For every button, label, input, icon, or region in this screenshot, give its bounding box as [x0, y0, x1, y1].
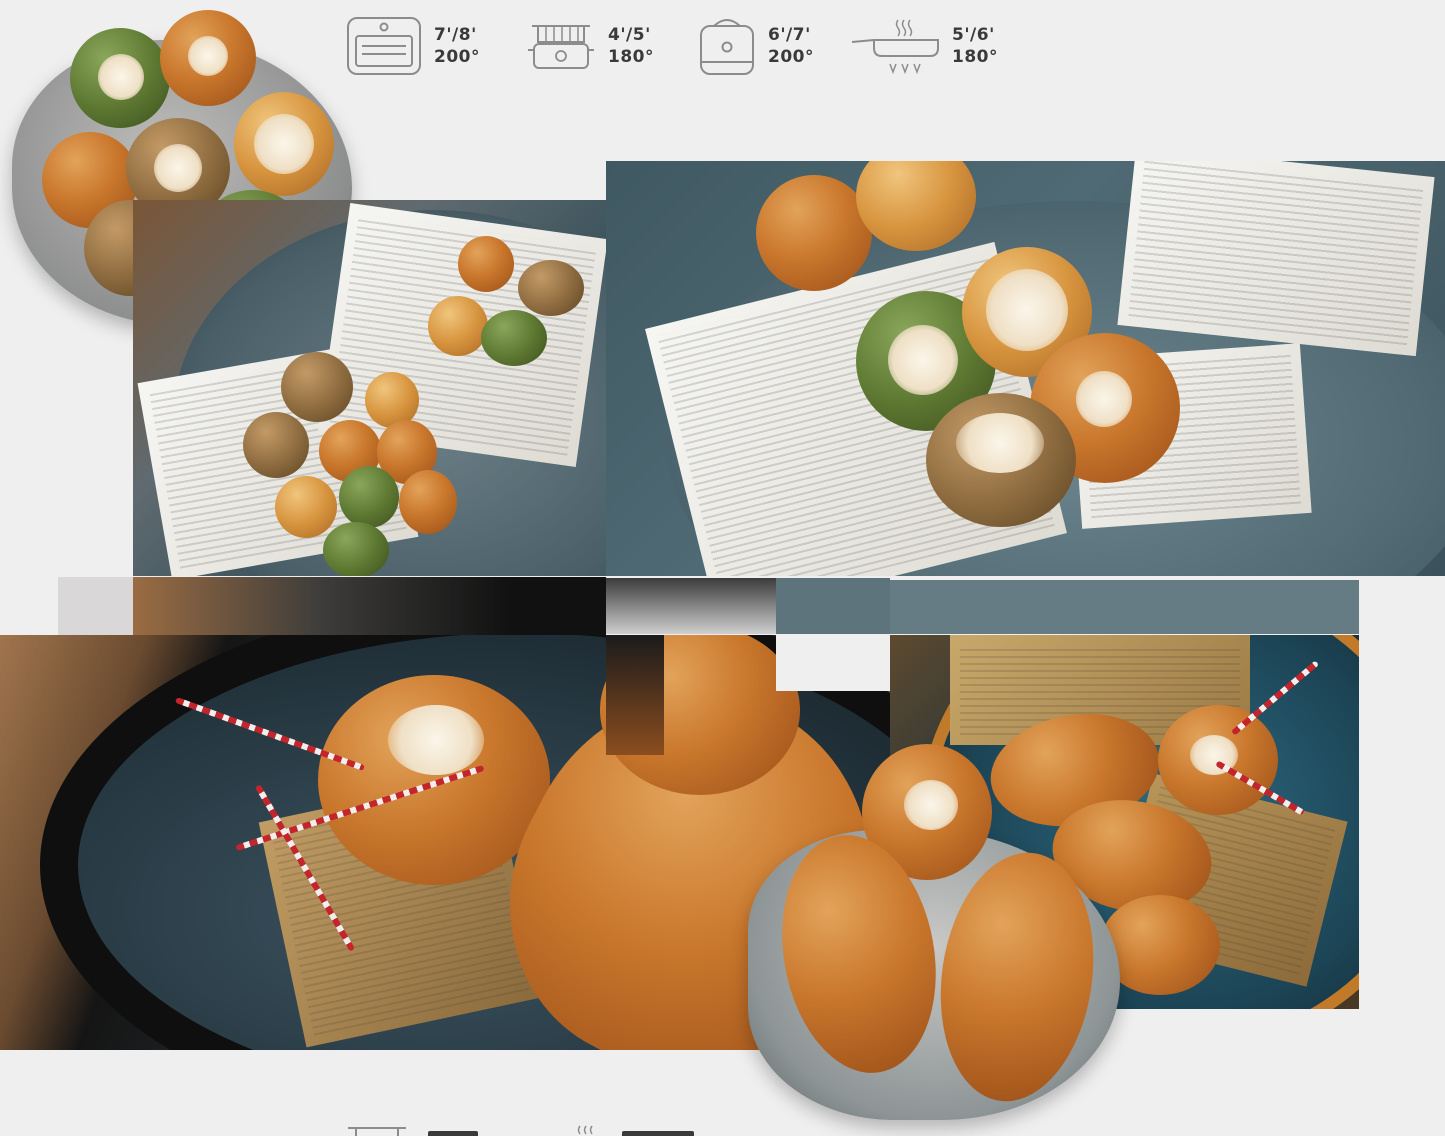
- method-pan: 5'/6' 180°: [850, 16, 998, 76]
- bite: [458, 236, 514, 292]
- method-fryer-bottom: [346, 1124, 478, 1136]
- cheese-center: [1076, 371, 1132, 427]
- cheese-center: [888, 325, 958, 395]
- oven-temp: 200°: [434, 47, 480, 67]
- pan-values-cut: [622, 1125, 694, 1136]
- fryer-icon: [346, 1124, 408, 1136]
- cheese-center: [986, 269, 1068, 351]
- cheese-center: [388, 705, 484, 775]
- photo-arancini-small-plate: [748, 740, 1128, 1120]
- newspaper: [1117, 161, 1435, 357]
- pan-icon: [574, 1124, 602, 1136]
- cheese-center: [254, 114, 314, 174]
- fryer-time: 4'/5': [608, 25, 651, 45]
- decorative-block: [606, 578, 776, 634]
- bite: [339, 466, 399, 528]
- bite: [428, 296, 488, 356]
- method-air-fryer: 6'/7' 200°: [698, 14, 814, 78]
- air-fryer-temp: 200°: [768, 47, 814, 67]
- bite: [518, 260, 584, 316]
- photo-bites-closeup: [606, 161, 1445, 576]
- oven-time: 7'/8': [434, 25, 477, 45]
- decorative-block: [58, 577, 133, 635]
- fryer-values-cut: [428, 1125, 478, 1136]
- method-pan-bottom: [574, 1124, 694, 1136]
- fryer-icon: [526, 20, 596, 72]
- method-oven: 7'/8' 200°: [346, 16, 480, 76]
- bite: [243, 412, 309, 478]
- bite: [275, 476, 337, 538]
- bite: [323, 522, 389, 576]
- cheese-center: [188, 36, 228, 76]
- air-fryer-time: 6'/7': [768, 25, 811, 45]
- decorative-block: [606, 635, 664, 755]
- decorative-block: [776, 578, 890, 634]
- decorative-block: [776, 635, 890, 691]
- bite: [399, 470, 457, 534]
- photo-bites-basket: [133, 200, 606, 576]
- cheese-center: [956, 413, 1044, 473]
- fryer-temp: 180°: [608, 47, 654, 67]
- pan-temp: 180°: [952, 47, 998, 67]
- pan-time: 5'/6': [952, 25, 995, 45]
- cheese-center: [904, 780, 958, 830]
- pan-icon: [850, 16, 940, 76]
- cheese-center: [98, 54, 144, 100]
- air-fryer-icon: [698, 14, 756, 78]
- bite: [281, 352, 353, 422]
- cheese-center: [154, 144, 202, 192]
- method-fryer: 4'/5' 180°: [526, 20, 654, 72]
- decorative-block: [133, 577, 606, 635]
- decorative-block: [890, 580, 1359, 634]
- bite: [481, 310, 547, 366]
- bite: [756, 175, 872, 291]
